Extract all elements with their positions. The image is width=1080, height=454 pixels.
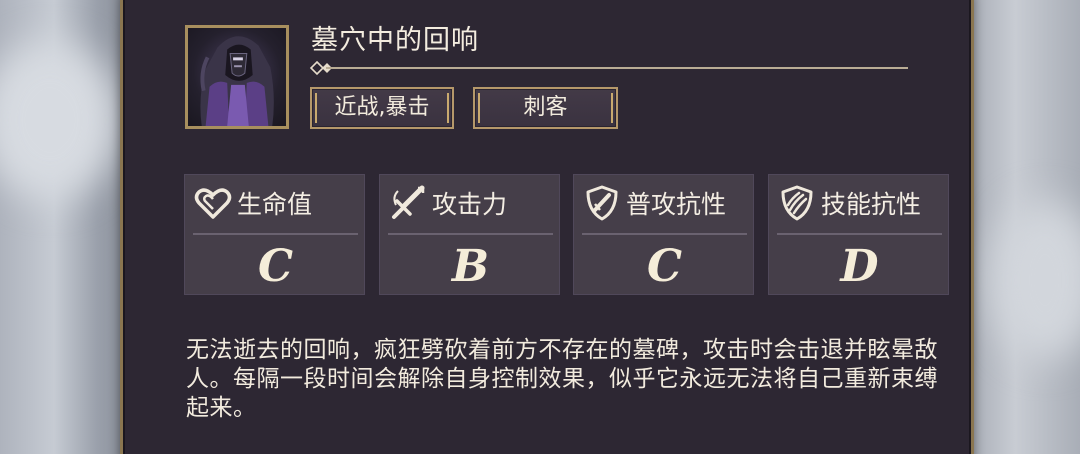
stat-grade: C (257, 241, 294, 292)
stat-card-physical-resist: 普攻抗性 C (573, 174, 754, 295)
heart-icon (194, 188, 232, 219)
stat-divider (193, 233, 358, 235)
hero-tag-assassin: 刺客 (473, 87, 618, 129)
sword-icon (392, 185, 425, 219)
stat-label: 普攻抗性 (626, 190, 727, 219)
stat-label: 技能抗性 (821, 190, 922, 219)
background-blur (990, 200, 1080, 360)
stat-grade: D (840, 241, 879, 292)
hero-name: 墓穴中的回响 (311, 25, 479, 56)
background-blur (0, 40, 120, 200)
shield-claw-icon (781, 185, 813, 221)
shield-icon (586, 185, 618, 221)
hero-description: 无法逝去的回响，疯狂劈砍着前方不存在的墓碑，攻击时会击退并眩晕敌人。每隔一段时间… (186, 337, 938, 421)
stat-card-skill-resist: 技能抗性 D (768, 174, 949, 295)
stat-grade: B (451, 241, 490, 292)
stat-label: 攻击力 (432, 190, 508, 219)
stat-divider (582, 233, 747, 235)
stat-grade: C (646, 241, 683, 292)
stat-divider (777, 233, 942, 235)
hero-tag-melee-crit: 近战,暴击 (310, 87, 454, 129)
stat-label: 生命值 (237, 190, 313, 219)
stat-divider (388, 233, 553, 235)
stat-card-health: 生命值 C (184, 174, 365, 295)
stat-card-attack: 攻击力 B (379, 174, 560, 295)
hooded-reaper-icon (200, 36, 274, 126)
hero-portrait (185, 25, 289, 129)
title-divider (326, 67, 908, 69)
